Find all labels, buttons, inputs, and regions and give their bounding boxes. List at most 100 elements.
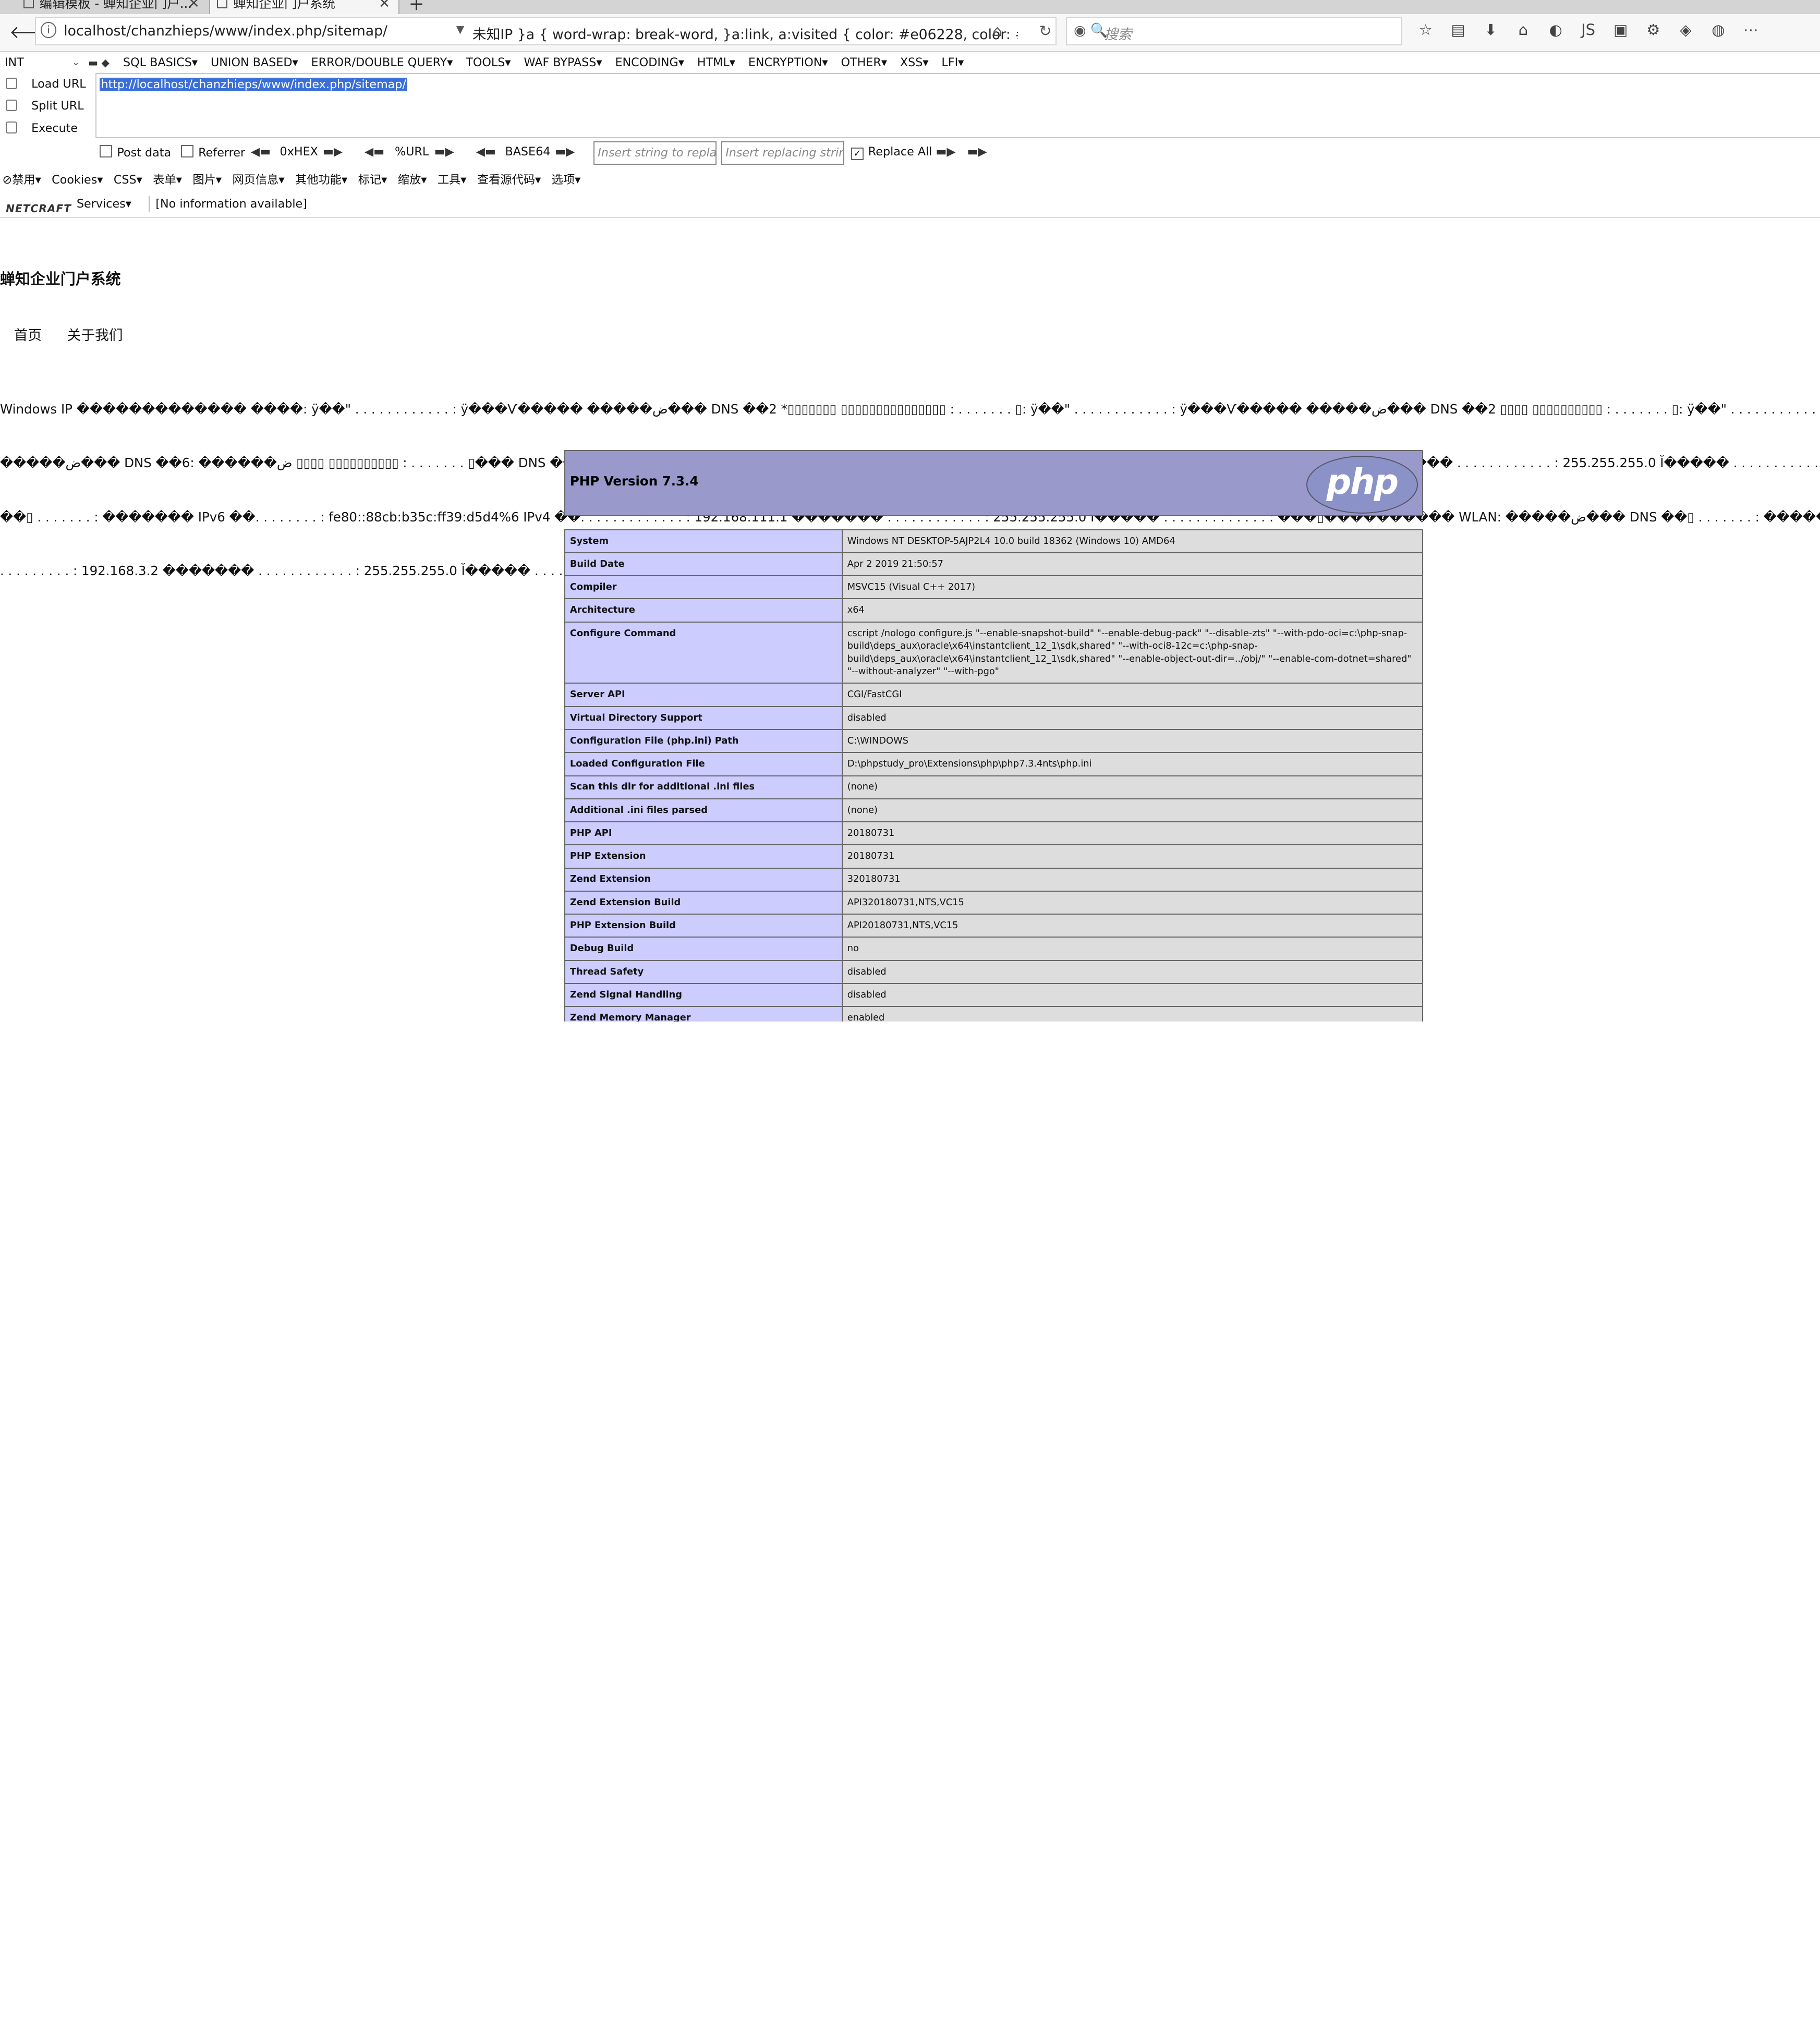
view-source-menu[interactable]: 查看源代码▾ bbox=[477, 173, 541, 187]
new-tab-icon[interactable]: + bbox=[409, 0, 424, 14]
download-icon[interactable]: ⬇ bbox=[1474, 21, 1507, 39]
close-icon[interactable]: ✕ bbox=[379, 0, 390, 14]
post-data-checkbox[interactable]: Post data bbox=[100, 145, 171, 160]
menu-other[interactable]: OTHER▾ bbox=[841, 56, 887, 69]
row-key: PHP Extension Build bbox=[564, 914, 843, 938]
tab-edit-template[interactable]: 编辑模板 - 蝉知企业门户... ✕ bbox=[16, 0, 208, 14]
row-key: Zend Extension bbox=[564, 867, 843, 892]
nav-link-about[interactable]: 关于我们 bbox=[67, 327, 123, 344]
checkbox-box[interactable] bbox=[181, 145, 194, 158]
library-icon[interactable]: ▤ bbox=[1442, 21, 1474, 39]
netcraft-toolbar: NETCRAFT Services▾ [No information avail… bbox=[0, 191, 1820, 218]
menu-icon[interactable]: ⋯ bbox=[1734, 21, 1767, 39]
url-encode-arrow-icon[interactable]: ▬▶ bbox=[434, 145, 454, 159]
checkbox-checked[interactable]: ✓ bbox=[851, 148, 864, 161]
disable-menu[interactable]: ⊘禁用▾ bbox=[2, 173, 41, 187]
css-menu[interactable]: CSS▾ bbox=[114, 173, 142, 187]
reload-icon[interactable]: ↻ bbox=[1039, 22, 1051, 40]
replace-all-checkbox[interactable]: ✓ Replace All bbox=[851, 145, 932, 161]
replace-string-input[interactable]: Insert string to replace bbox=[593, 141, 717, 165]
tab-chanzhi-portal[interactable]: 蝉知企业门户系统 ✕ bbox=[209, 0, 399, 14]
search-box[interactable]: ◉ 🔍 搜索 bbox=[1065, 17, 1403, 45]
row-value: (none) bbox=[841, 798, 1424, 823]
web-developer-toolbar: ⊘禁用▾ Cookies▾ CSS▾ 表单▾ 图片▾ 网页信息▾ 其他功能▾ 标… bbox=[0, 168, 1820, 192]
services-menu[interactable]: Services▾ bbox=[77, 191, 131, 217]
chevron-down-icon[interactable]: ▼ bbox=[456, 23, 464, 35]
row-value: disabled bbox=[841, 982, 1424, 1007]
toolbar-icons: ☆ ▤ ⬇ ⌂ ◐ JS ▣ ⚙ ◈ ◍ ⋯ bbox=[1410, 21, 1767, 39]
table-row: Debug Build no bbox=[564, 937, 1424, 961]
url-value[interactable]: http://localhost/chanzhieps/www/index.ph… bbox=[100, 77, 408, 91]
menu-tools[interactable]: TOOLS▾ bbox=[466, 56, 511, 69]
row-value: API20180731,NTS,VC15 bbox=[841, 914, 1424, 938]
menu-error-double-query[interactable]: ERROR/DOUBLE QUERY▾ bbox=[311, 56, 453, 69]
load-url-button[interactable]: Load URL bbox=[0, 73, 98, 95]
resize-menu[interactable]: 缩放▾ bbox=[398, 173, 427, 187]
split-icon bbox=[6, 100, 18, 112]
hackbar-controls[interactable]: ▬ ◆ bbox=[88, 52, 110, 73]
js-icon[interactable]: JS bbox=[1572, 21, 1604, 39]
forms-menu[interactable]: 表单▾ bbox=[153, 173, 182, 187]
options-menu[interactable]: 选项▾ bbox=[552, 173, 581, 187]
hex-decode-arrow-icon[interactable]: ◀▬ bbox=[251, 145, 271, 159]
base64-encode-arrow-icon[interactable]: ▬▶ bbox=[555, 145, 575, 159]
chevron-down-icon[interactable]: ⌄ bbox=[72, 52, 80, 73]
phpinfo-table: System Windows NT DESKTOP-5AJP2L4 10.0 bu… bbox=[564, 529, 1424, 1022]
table-row: Zend Extension Build API320180731,NTS,VC1… bbox=[564, 890, 1424, 915]
web-developer-items: ⊘禁用▾ Cookies▾ CSS▾ 表单▾ 图片▾ 网页信息▾ 其他功能▾ 标… bbox=[2, 168, 587, 192]
browser-window: 编辑模板 - 蝉知企业门户... ✕ 蝉知企业门户系统 ✕ + 🡐 i loca… bbox=[0, 0, 1820, 1022]
addon-icon[interactable]: ◈ bbox=[1669, 21, 1702, 39]
address-bar[interactable]: i localhost/chanzhieps/www/index.php/sit… bbox=[34, 17, 1057, 45]
replace-forward-arrow-icon[interactable]: ▬▶ bbox=[936, 145, 955, 159]
star-icon[interactable]: ☆ bbox=[1410, 21, 1442, 39]
nav-link-home[interactable]: 首页 bbox=[14, 327, 42, 344]
replacing-string-input[interactable]: Insert replacing string bbox=[721, 141, 844, 165]
cookies-menu[interactable]: Cookies▾ bbox=[52, 173, 103, 187]
replace-backward-arrow-icon[interactable]: ▬▶ bbox=[967, 145, 987, 159]
outline-menu[interactable]: 标记▾ bbox=[358, 173, 387, 187]
row-value: enabled bbox=[841, 1006, 1424, 1022]
close-icon[interactable]: ✕ bbox=[188, 0, 200, 14]
execute-button[interactable]: Execute bbox=[0, 117, 98, 139]
hex-encode-arrow-icon[interactable]: ▬▶ bbox=[323, 145, 343, 159]
checkbox-box[interactable] bbox=[100, 145, 113, 158]
sync-icon[interactable]: ◍ bbox=[1702, 21, 1734, 39]
menu-union-based[interactable]: UNION BASED▾ bbox=[211, 56, 298, 69]
page-icon bbox=[23, 0, 34, 8]
menu-xss[interactable]: XSS▾ bbox=[900, 56, 929, 69]
info-icon[interactable]: i bbox=[40, 22, 57, 38]
menu-waf-bypass[interactable]: WAF BYPASS▾ bbox=[524, 56, 602, 69]
page-title-text: 未知IP }a { word-wrap: break-word, }a:link… bbox=[472, 27, 1018, 43]
hackbar-actions: Load URL Split URL Execute bbox=[0, 73, 98, 139]
split-url-label: Split URL bbox=[31, 99, 84, 113]
home-icon[interactable]: ⌂ bbox=[992, 22, 1002, 40]
base64-decode-arrow-icon[interactable]: ◀▬ bbox=[476, 145, 496, 159]
translate-icon[interactable]: ▣ bbox=[1605, 21, 1637, 39]
images-menu[interactable]: 图片▾ bbox=[192, 173, 222, 187]
menu-encoding[interactable]: ENCODING▾ bbox=[615, 56, 684, 69]
hackbar-options: Post data Referrer ◀▬ 0xHEX ▬▶ ◀▬ %URL ▬… bbox=[0, 138, 1820, 168]
split-url-button[interactable]: Split URL bbox=[0, 95, 98, 117]
tab-label: 蝉知企业门户系统 bbox=[233, 0, 335, 11]
tools-menu[interactable]: 工具▾ bbox=[438, 173, 467, 187]
home-icon[interactable]: ⌂ bbox=[1507, 21, 1539, 39]
misc-menu[interactable]: 其他功能▾ bbox=[295, 173, 347, 187]
row-value: 20180731 bbox=[841, 844, 1424, 869]
referrer-checkbox[interactable]: Referrer bbox=[181, 145, 245, 160]
hackbar-url-textarea[interactable]: http://localhost/chanzhieps/www/index.ph… bbox=[95, 73, 1820, 138]
php-logo-text: php bbox=[1326, 461, 1399, 503]
menu-encryption[interactable]: ENCRYPTION▾ bbox=[748, 56, 828, 69]
menu-html[interactable]: HTML▾ bbox=[697, 56, 735, 69]
row-value: CGI/FastCGI bbox=[841, 683, 1424, 707]
menu-lfi[interactable]: LFI▾ bbox=[941, 56, 964, 69]
url-text[interactable]: localhost/chanzhieps/www/index.php/sitem… bbox=[64, 23, 387, 39]
row-value: cscript /nologo configure.js "--enable-s… bbox=[841, 621, 1424, 684]
row-value: 320180731 bbox=[841, 867, 1424, 892]
globe-icon[interactable]: ◐ bbox=[1539, 21, 1572, 39]
url-decode-arrow-icon[interactable]: ◀▬ bbox=[365, 145, 384, 159]
row-key: Debug Build bbox=[564, 937, 843, 961]
page-info-menu[interactable]: 网页信息▾ bbox=[232, 173, 284, 187]
int-select[interactable]: INT bbox=[5, 52, 24, 73]
menu-sql-basics[interactable]: SQL BASICS▾ bbox=[123, 56, 198, 69]
settings-icon[interactable]: ⚙ bbox=[1637, 21, 1669, 39]
